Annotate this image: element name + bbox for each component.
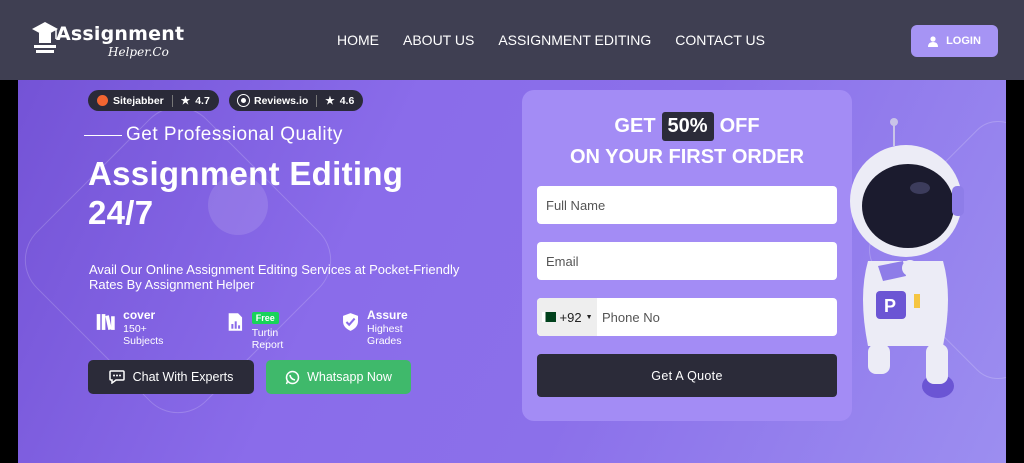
star-icon: ★ [180,94,191,107]
whatsapp-icon [285,370,300,384]
feature-title: Assure [367,308,408,322]
feature-item: Free Turtin Report [226,308,293,351]
chat-bubble-icon [108,370,125,384]
hero-title: Assignment Editing 24/7 [88,154,403,232]
site-header: Assignment Helper.Co HOME ABOUT US ASSIG… [0,0,1024,80]
reviewsio-rating[interactable]: Reviews.io ★ 4.6 [229,90,364,111]
divider [171,94,173,107]
full-name-field[interactable] [537,186,837,224]
divider [316,94,318,107]
shield-check-icon [343,313,359,331]
chevron-down-icon: ▼ [585,313,593,321]
rating-source: Sitejabber [113,94,164,107]
phone-field[interactable] [597,298,837,336]
country-code-value: +92 [559,309,582,325]
offer-headline: GET 50% OFF [522,112,852,141]
rating-source: Reviews.io [254,94,309,107]
login-button[interactable]: LOGIN [911,25,998,57]
nav-contact-us[interactable]: CONTACT US [675,32,765,48]
sitejabber-icon [97,95,108,106]
site-logo[interactable]: Assignment Helper.Co [30,17,184,63]
hero-title-line: 24/7 [88,194,154,231]
star-icon: ★ [325,94,335,107]
hero-title-line: Assignment Editing [88,155,404,192]
logo-text-secondary: Helper.Co [108,45,169,59]
hero-section: Sitejabber ★ 4.7 Reviews.io ★ 4.6 Get Pr… [18,80,1006,463]
nav-assignment-editing[interactable]: ASSIGNMENT EDITING [498,32,651,48]
chat-button-label: Chat With Experts [132,370,234,384]
report-icon [228,313,243,331]
page: Assignment Helper.Co HOME ABOUT US ASSIG… [0,0,1024,463]
decorative-line [84,134,122,136]
free-badge: Free [251,312,279,324]
feature-item: cover 150+ Subjects [96,308,171,347]
hero-subheading: Get Professional Quality [84,124,343,146]
reviewsio-icon [238,95,249,106]
offer-pre-text: GET [614,115,656,137]
quote-form: GET 50% OFF ON YOUR FIRST ORDER +92 ▼ Ge… [522,90,852,421]
nav-about-us[interactable]: ABOUT US [403,32,474,48]
user-icon [928,35,939,47]
astronaut-mascot-illustration: P [850,118,964,398]
logo-text-primary: Assignment [56,23,185,45]
get-a-quote-button[interactable]: Get A Quote [537,354,837,397]
offer-percent: 50% [661,112,714,141]
whatsapp-button-label: Whatsapp Now [307,370,392,384]
hero-description: Avail Our Online Assignment Editing Serv… [89,262,460,292]
rating-score: 4.7 [195,94,210,107]
sitejabber-rating[interactable]: Sitejabber ★ 4.7 [88,90,219,111]
chat-with-experts-button[interactable]: Chat With Experts [88,360,254,394]
pakistan-flag-icon [541,312,556,322]
svg-text:P: P [884,296,896,316]
offer-subline: ON YOUR FIRST ORDER [569,146,805,168]
country-code-select[interactable]: +92 ▼ [537,298,597,336]
main-nav: HOME ABOUT US ASSIGNMENT EDITING CONTACT… [337,32,789,48]
phone-field-group: +92 ▼ [537,298,837,336]
feature-subtitle: Highest Grades [367,323,403,347]
subheading-text: Get Professional Quality [126,124,343,145]
feature-title: cover [123,308,156,322]
email-field[interactable] [537,242,837,280]
feature-subtitle: Turtin Report [251,327,284,351]
nav-home[interactable]: HOME [337,32,379,48]
rating-score: 4.6 [339,94,355,107]
login-label: LOGIN [946,35,981,47]
books-icon [96,314,115,331]
whatsapp-button[interactable]: Whatsapp Now [266,360,411,394]
feature-item: Assure Highest Grades [341,308,417,347]
feature-subtitle: 150+ Subjects [123,323,164,347]
offer-post-text: OFF [719,115,760,137]
